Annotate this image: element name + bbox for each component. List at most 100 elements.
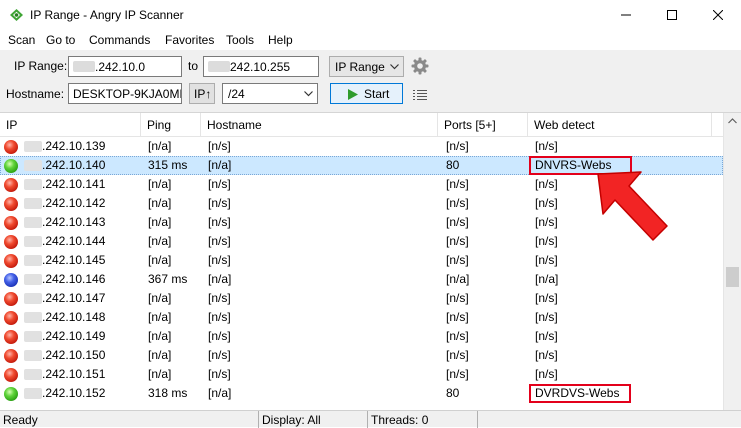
cell-ports: [n/s] <box>446 196 469 210</box>
cell-hostname: [n/s] <box>208 234 231 248</box>
start-button[interactable]: Start <box>330 83 403 104</box>
redacted-octet <box>24 350 42 361</box>
cell-ports: [n/a] <box>446 272 470 286</box>
menu-go-to[interactable]: Go to <box>46 33 75 47</box>
ip-range-start-input[interactable]: .242.10.0 <box>68 56 182 77</box>
cell-ping: 318 ms <box>148 386 188 400</box>
cell-hostname: [n/s] <box>208 291 231 305</box>
cell-ping: [n/a] <box>148 253 172 267</box>
feeder-select[interactable]: IP Range <box>329 56 404 77</box>
scrollbar-thumb[interactable] <box>726 267 739 287</box>
status-bar: Ready Display: All Threads: 0 <box>0 410 741 428</box>
redacted-octet <box>24 312 42 323</box>
cell-ip: .242.10.147 <box>42 291 106 305</box>
table-row[interactable]: .242.10.149 [n/a] [n/s] [n/s] [n/s] <box>0 327 723 346</box>
maximize-button[interactable] <box>649 0 695 30</box>
scroll-up-icon[interactable] <box>728 118 737 124</box>
cell-web-detect: [n/s] <box>535 177 558 191</box>
cell-ping: [n/a] <box>148 139 172 153</box>
cell-web-detect: [n/s] <box>535 348 558 362</box>
status-green-icon <box>4 387 18 401</box>
table-row[interactable]: .242.10.147 [n/a] [n/s] [n/s] [n/s] <box>0 289 723 308</box>
ip-up-button[interactable]: IP↑ <box>189 83 215 104</box>
cell-ip: .242.10.139 <box>42 139 106 153</box>
cell-ip: .242.10.149 <box>42 329 106 343</box>
ip-range-label: IP Range: <box>14 59 68 73</box>
cell-hostname: [n/a] <box>208 158 232 172</box>
status-state: Ready <box>0 411 259 428</box>
cell-ports: [n/s] <box>446 234 469 248</box>
table-row[interactable]: .242.10.148 [n/a] [n/s] [n/s] [n/s] <box>0 308 723 327</box>
cell-ping: [n/a] <box>148 348 172 362</box>
gear-icon[interactable] <box>411 57 429 75</box>
cell-ping: 367 ms <box>148 272 188 286</box>
table-row[interactable]: .242.10.150 [n/a] [n/s] [n/s] [n/s] <box>0 346 723 365</box>
column-header-hostname[interactable]: Hostname <box>201 113 438 137</box>
chevron-down-icon <box>390 64 399 70</box>
status-red-icon <box>4 140 18 154</box>
ip-range-start-value: .242.10.0 <box>95 60 146 74</box>
table-row[interactable]: .242.10.146 367 ms [n/a] [n/a] [n/a] <box>0 270 723 289</box>
cell-web-detect: [n/s] <box>535 253 558 267</box>
list-options-icon[interactable] <box>413 89 427 101</box>
column-header-ports[interactable]: Ports [5+] <box>438 113 528 137</box>
app-logo-icon <box>10 9 23 21</box>
status-red-icon <box>4 292 18 306</box>
status-threads: Threads: 0 <box>368 411 478 428</box>
cell-web-detect: [n/s] <box>535 310 558 324</box>
table-row[interactable]: .242.10.151 [n/a] [n/s] [n/s] [n/s] <box>0 365 723 384</box>
cell-ports: [n/s] <box>446 367 469 381</box>
netmask-select-value: /24 <box>228 87 245 101</box>
redacted-octet <box>24 217 42 228</box>
cell-hostname: [n/s] <box>208 310 231 324</box>
ip-range-end-value: 242.10.255 <box>230 60 291 74</box>
hostname-input[interactable]: DESKTOP-9KJA0MR <box>68 83 182 104</box>
menu-commands[interactable]: Commands <box>89 33 150 47</box>
minimize-button[interactable] <box>603 0 649 30</box>
play-icon <box>348 89 358 100</box>
status-red-icon <box>4 197 18 211</box>
cell-hostname: [n/a] <box>208 272 232 286</box>
menu-favorites[interactable]: Favorites <box>165 33 214 47</box>
status-red-icon <box>4 368 18 382</box>
status-red-icon <box>4 311 18 325</box>
redacted-octet <box>24 274 42 285</box>
menu-tools[interactable]: Tools <box>226 33 254 47</box>
vertical-scrollbar[interactable] <box>723 113 741 410</box>
cell-ip: .242.10.152 <box>42 386 106 400</box>
cell-hostname: [n/s] <box>208 348 231 362</box>
ip-range-end-input[interactable]: 242.10.255 <box>203 56 319 77</box>
annotation-arrow-icon <box>597 171 668 241</box>
column-header-web-detect[interactable]: Web detect <box>528 113 712 137</box>
cell-ports: [n/s] <box>446 215 469 229</box>
menu-help[interactable]: Help <box>268 33 293 47</box>
annotation-highlight-box <box>529 384 631 403</box>
cell-ip: .242.10.144 <box>42 234 106 248</box>
status-red-icon <box>4 330 18 344</box>
redacted-octet <box>73 61 95 72</box>
cell-ip: .242.10.148 <box>42 310 106 324</box>
cell-ports: [n/s] <box>446 329 469 343</box>
cell-web-detect: [n/s] <box>535 329 558 343</box>
results-table[interactable]: IP Ping Hostname Ports [5+] Web detect .… <box>0 112 741 410</box>
table-row[interactable]: .242.10.152 318 ms [n/a] 80 DVRDVS-Webs <box>0 384 723 403</box>
column-header-ping[interactable]: Ping <box>141 113 201 137</box>
cell-ports: 80 <box>446 158 460 172</box>
cell-ping: [n/a] <box>148 291 172 305</box>
title-bar: IP Range - Angry IP Scanner <box>0 0 741 30</box>
redacted-octet <box>24 331 42 342</box>
close-button[interactable] <box>695 0 741 30</box>
minimize-icon <box>621 14 631 16</box>
table-row[interactable]: .242.10.145 [n/a] [n/s] [n/s] [n/s] <box>0 251 723 270</box>
maximize-icon <box>667 10 677 20</box>
redacted-octet <box>24 141 42 152</box>
netmask-select[interactable]: /24 <box>222 83 318 104</box>
redacted-octet <box>24 179 42 190</box>
column-header-ip[interactable]: IP <box>0 113 141 137</box>
cell-ports: 80 <box>446 386 460 400</box>
menu-scan[interactable]: Scan <box>8 33 35 47</box>
menu-bar: Scan Go to Commands Favorites Tools Help <box>0 30 741 50</box>
table-row[interactable]: .242.10.139 [n/a] [n/s] [n/s] [n/s] <box>0 137 723 156</box>
cell-web-detect: [n/s] <box>535 139 558 153</box>
cell-ping: [n/a] <box>148 196 172 210</box>
